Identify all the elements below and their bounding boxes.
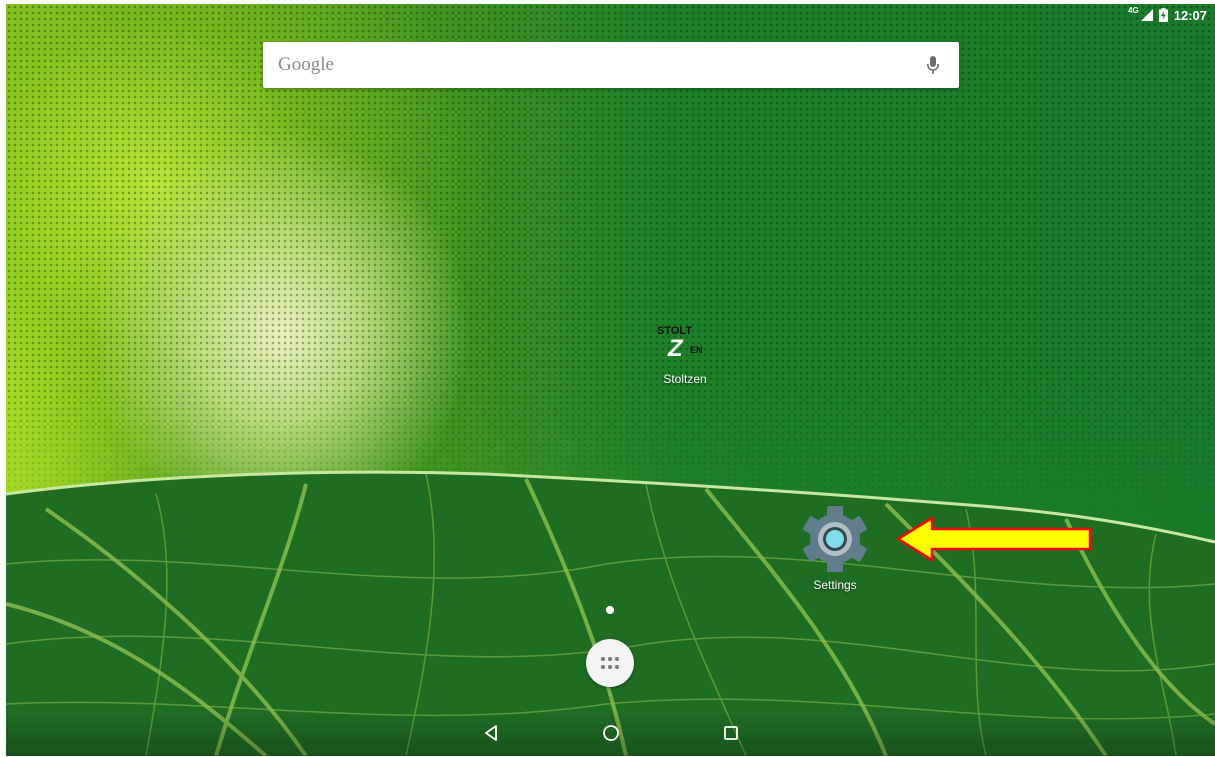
home-icon xyxy=(603,725,619,741)
home-button[interactable] xyxy=(596,720,626,746)
status-bar: 4G 12:07 xyxy=(1128,4,1215,26)
svg-text:Z: Z xyxy=(667,335,684,362)
stoltzen-logo-icon: STOLT Z EN xyxy=(657,325,703,362)
settings-gear-icon xyxy=(803,506,867,572)
arrow-annotation-icon xyxy=(896,516,1092,562)
clock: 12:07 xyxy=(1173,7,1207,23)
settings-app-icon[interactable]: Settings xyxy=(780,504,890,592)
page-indicator xyxy=(606,606,614,614)
home-screen: 4G 12:07 Google STOLT Z EN Stoltzen Sett… xyxy=(6,4,1215,756)
battery-charging-icon xyxy=(1158,8,1168,22)
app-drawer-icon xyxy=(601,657,619,669)
recents-button[interactable] xyxy=(716,720,746,746)
google-search-bar[interactable]: Google xyxy=(263,42,959,88)
search-placeholder: Google xyxy=(278,54,334,75)
svg-text:EN: EN xyxy=(690,345,703,355)
mic-icon[interactable] xyxy=(921,53,945,77)
app-drawer-button[interactable] xyxy=(586,639,634,687)
back-button[interactable] xyxy=(476,720,506,746)
stoltzen-label: Stoltzen xyxy=(663,372,707,386)
settings-label: Settings xyxy=(813,578,857,592)
navigation-bar xyxy=(6,710,1215,756)
network-type: 4G xyxy=(1128,5,1139,15)
recents-icon xyxy=(724,726,738,740)
signal-icon xyxy=(1140,9,1153,21)
back-icon xyxy=(485,725,497,741)
stoltzen-app-icon[interactable]: STOLT Z EN Stoltzen xyxy=(630,320,740,386)
